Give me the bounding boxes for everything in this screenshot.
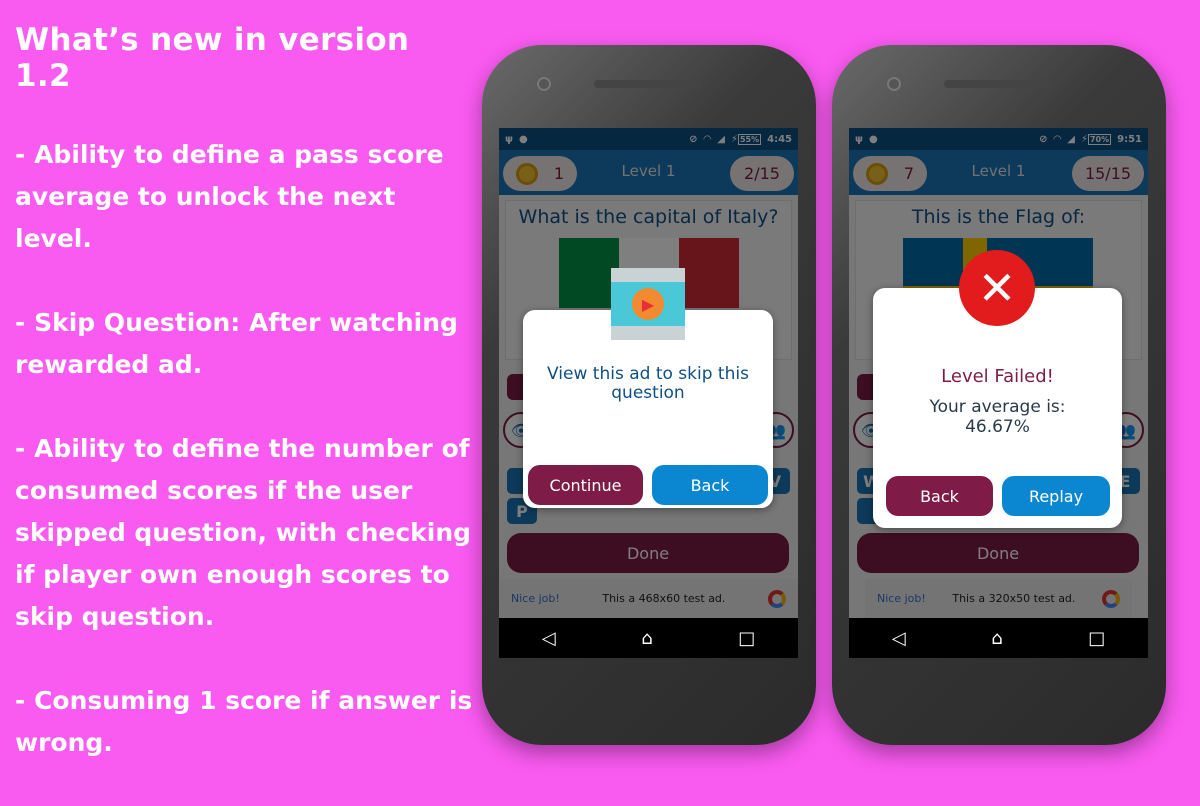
replay-button[interactable]: Replay [1002, 476, 1110, 516]
screen: ψ● ⊘◠◢ ⚡70% 9:51 7 Level 1 15/15 This is… [849, 128, 1148, 658]
note-item: - Ability to define the number of consum… [15, 434, 472, 631]
release-notes: What’s new in version 1.2 - Ability to d… [15, 22, 475, 806]
recents-nav-icon[interactable]: □ [1088, 628, 1105, 649]
note-item: - Consuming 1 score if answer is wrong. [15, 686, 473, 757]
back-nav-icon[interactable]: ◁ [892, 628, 906, 649]
nav-bar: ◁ ⌂ □ [499, 618, 798, 658]
nav-bar: ◁ ⌂ □ [849, 618, 1148, 658]
back-button[interactable]: Back [652, 465, 768, 505]
camera [537, 77, 551, 91]
skip-question-dialog: ▶ View this ad to skip this question Con… [523, 268, 773, 508]
average-value: 46.67% [965, 417, 1030, 437]
recents-nav-icon[interactable]: □ [738, 628, 755, 649]
level-failed-dialog: ✕ Level Failed! Your average is: 46.67% … [873, 250, 1122, 528]
note-item: - Ability to define a pass score average… [15, 140, 444, 253]
phone-level-failed: ψ● ⊘◠◢ ⚡70% 9:51 7 Level 1 15/15 This is… [832, 45, 1166, 745]
note-item: - Skip Question: After watching rewarded… [15, 308, 458, 379]
dialog-title: Level Failed! [941, 366, 1054, 387]
video-play-icon: ▶ [611, 268, 685, 340]
back-button[interactable]: Back [886, 476, 993, 516]
dialog-message: View this ad to skip this question [547, 364, 749, 403]
phone-skip-question: ψ● ⊘◠◢ ⚡55% 4:45 1 Level 1 2/15 What is … [482, 45, 816, 745]
continue-button[interactable]: Continue [528, 465, 643, 505]
home-nav-icon[interactable]: ⌂ [641, 628, 652, 649]
back-nav-icon[interactable]: ◁ [542, 628, 556, 649]
speaker [594, 80, 702, 88]
screen: ψ● ⊘◠◢ ⚡55% 4:45 1 Level 1 2/15 What is … [499, 128, 798, 658]
error-x-icon: ✕ [959, 250, 1035, 326]
home-nav-icon[interactable]: ⌂ [991, 628, 1002, 649]
camera [887, 77, 901, 91]
speaker [944, 80, 1052, 88]
dialog-message: Your average is: [929, 397, 1066, 417]
notes-title: What’s new in version 1.2 [15, 22, 410, 94]
